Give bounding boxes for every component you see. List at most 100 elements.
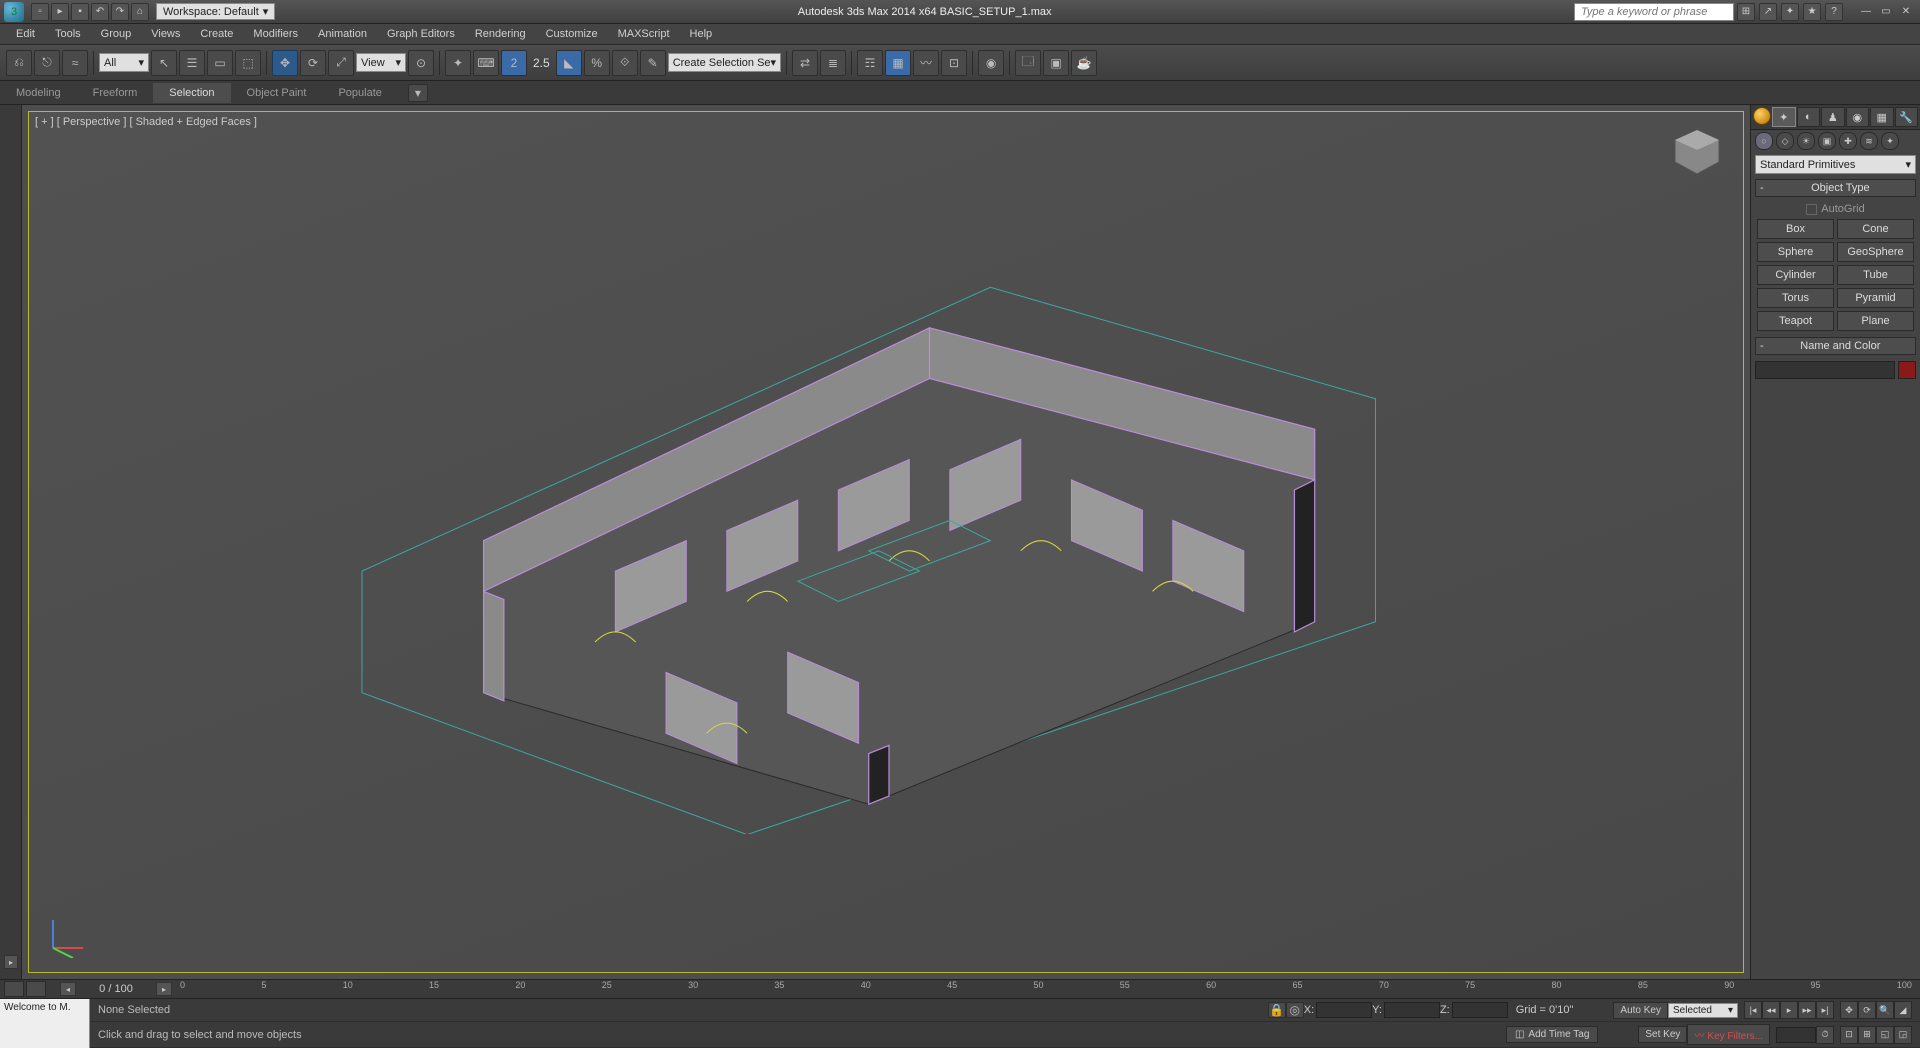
undo-icon[interactable]: ↶: [91, 3, 109, 21]
rollout-object-type[interactable]: - Object Type: [1755, 179, 1916, 197]
mirror-icon[interactable]: ⇄: [792, 50, 818, 76]
menu-customize[interactable]: Customize: [536, 25, 608, 43]
track-bar-mini-icon[interactable]: [4, 981, 24, 997]
spinner-snap-icon[interactable]: ⟐: [612, 50, 638, 76]
coord-z-input[interactable]: [1452, 1002, 1508, 1018]
selection-lock-icon[interactable]: 🔒: [1268, 1002, 1286, 1018]
select-scale-icon[interactable]: ⤢: [328, 50, 354, 76]
bind-icon[interactable]: ≈: [62, 50, 88, 76]
named-selection-sets[interactable]: Create Selection Se▾: [668, 53, 781, 72]
project-icon[interactable]: ⌂: [131, 3, 149, 21]
primitive-plane[interactable]: Plane: [1837, 311, 1914, 331]
object-name-input[interactable]: [1755, 361, 1895, 379]
unlink-icon[interactable]: ⎋: [34, 50, 60, 76]
zoom-icon[interactable]: 🔍: [1876, 1001, 1894, 1019]
set-key-button[interactable]: Set Key: [1638, 1026, 1687, 1043]
render-frame-icon[interactable]: ▣: [1043, 50, 1069, 76]
ribbon-tab-freeform[interactable]: Freeform: [77, 83, 154, 103]
object-color-swatch[interactable]: [1898, 361, 1916, 379]
slider-right-icon[interactable]: ▸: [156, 982, 172, 996]
cameras-category-icon[interactable]: ▣: [1818, 132, 1836, 150]
ribbon-tab-object-paint[interactable]: Object Paint: [231, 83, 323, 103]
time-ruler[interactable]: 0 5 10 15 20 25 30 35 40 45 50 55 60 65 …: [172, 980, 1920, 998]
primitive-geosphere[interactable]: GeoSphere: [1837, 242, 1914, 262]
rect-select-icon[interactable]: ▭: [207, 50, 233, 76]
ribbon-tab-modeling[interactable]: Modeling: [0, 83, 77, 103]
help-icon[interactable]: ?: [1825, 3, 1843, 21]
systems-category-icon[interactable]: ✦: [1881, 132, 1899, 150]
workspace-selector[interactable]: Workspace: Default ▾: [156, 3, 275, 20]
autogrid-checkbox[interactable]: AutoGrid: [1757, 203, 1914, 215]
add-time-tag-button[interactable]: ◫Add Time Tag: [1506, 1026, 1598, 1043]
time-config-icon[interactable]: ⏱: [1816, 1026, 1834, 1044]
maximize-button[interactable]: ▭: [1876, 4, 1896, 20]
menu-tools[interactable]: Tools: [45, 25, 91, 43]
menu-help[interactable]: Help: [680, 25, 723, 43]
helpers-category-icon[interactable]: ✚: [1839, 132, 1857, 150]
signin-icon[interactable]: ↗: [1759, 3, 1777, 21]
prev-frame-icon[interactable]: ◂◂: [1762, 1001, 1780, 1019]
perspective-viewport[interactable]: [ + ] [ Perspective ] [ Shaded + Edged F…: [28, 111, 1744, 973]
align-icon[interactable]: ≣: [820, 50, 846, 76]
close-button[interactable]: ✕: [1896, 4, 1916, 20]
keyboard-shortcut-icon[interactable]: ⌨: [473, 50, 499, 76]
zoom-extents-icon[interactable]: ⊡: [1840, 1026, 1858, 1044]
menu-modifiers[interactable]: Modifiers: [243, 25, 308, 43]
current-time-input[interactable]: [1776, 1027, 1816, 1043]
curve-editor-icon[interactable]: 〰: [913, 50, 939, 76]
primitive-cone[interactable]: Cone: [1837, 219, 1914, 239]
exchange-icon[interactable]: ✦: [1781, 3, 1799, 21]
new-file-icon[interactable]: ▫: [31, 3, 49, 21]
scene-explorer-toggle[interactable]: ▸: [4, 955, 18, 969]
percent-snap-icon[interactable]: %: [584, 50, 610, 76]
arc-rotate-icon[interactable]: ⟳: [1858, 1001, 1876, 1019]
link-icon[interactable]: ⎌: [6, 50, 32, 76]
curve-editor-mini-icon[interactable]: [26, 981, 46, 997]
schematic-view-icon[interactable]: ⊡: [941, 50, 967, 76]
menu-views[interactable]: Views: [141, 25, 190, 43]
primitive-category-dropdown[interactable]: Standard Primitives ▾: [1755, 155, 1916, 174]
play-icon[interactable]: ▸: [1780, 1001, 1798, 1019]
fov-icon[interactable]: ◢: [1894, 1001, 1912, 1019]
auto-key-button[interactable]: Auto Key: [1613, 1002, 1668, 1019]
select-manipulate-icon[interactable]: ✦: [445, 50, 471, 76]
ribbon-tab-selection[interactable]: Selection: [153, 83, 230, 103]
goto-end-icon[interactable]: ▸|: [1816, 1001, 1834, 1019]
select-move-icon[interactable]: ✥: [272, 50, 298, 76]
spacewarps-category-icon[interactable]: ≋: [1860, 132, 1878, 150]
zoom-all-icon[interactable]: ⊞: [1858, 1026, 1876, 1044]
max-viewport-icon[interactable]: ◱: [1876, 1026, 1894, 1044]
material-editor-icon[interactable]: ◉: [978, 50, 1004, 76]
display-tab[interactable]: ▦: [1870, 107, 1894, 127]
menu-maxscript[interactable]: MAXScript: [608, 25, 680, 43]
walk-through-icon[interactable]: ◲: [1894, 1026, 1912, 1044]
modify-tab[interactable]: ◐: [1797, 107, 1821, 127]
isolate-selection-icon[interactable]: ◎: [1286, 1002, 1304, 1018]
menu-group[interactable]: Group: [91, 25, 142, 43]
utilities-tab[interactable]: 🔧: [1895, 107, 1919, 127]
viewcube[interactable]: [1667, 122, 1727, 182]
render-production-icon[interactable]: ☕: [1071, 50, 1097, 76]
primitive-tube[interactable]: Tube: [1837, 265, 1914, 285]
save-file-icon[interactable]: ▪: [71, 3, 89, 21]
primitive-box[interactable]: Box: [1757, 219, 1834, 239]
geometry-category-icon[interactable]: ○: [1755, 132, 1773, 150]
favorites-icon[interactable]: ★: [1803, 3, 1821, 21]
primitive-pyramid[interactable]: Pyramid: [1837, 288, 1914, 308]
infocenter-icon[interactable]: ⊞: [1737, 3, 1755, 21]
maxscript-listener[interactable]: Welcome to M.: [0, 999, 90, 1048]
window-crossing-icon[interactable]: ⬚: [235, 50, 261, 76]
menu-edit[interactable]: Edit: [6, 25, 45, 43]
primitive-teapot[interactable]: Teapot: [1757, 311, 1834, 331]
coord-x-input[interactable]: [1316, 1002, 1372, 1018]
ribbon-tab-populate[interactable]: Populate: [322, 83, 397, 103]
ref-coord-system[interactable]: View▾: [356, 53, 406, 72]
primitive-sphere[interactable]: Sphere: [1757, 242, 1834, 262]
render-setup-icon[interactable]: 🗔: [1015, 50, 1041, 76]
hierarchy-tab[interactable]: ♟: [1821, 107, 1845, 127]
graphite-ribbon-icon[interactable]: ▦: [885, 50, 911, 76]
lights-category-icon[interactable]: ☀: [1797, 132, 1815, 150]
menu-graph-editors[interactable]: Graph Editors: [377, 25, 465, 43]
snap-2d-icon[interactable]: 2: [501, 50, 527, 76]
use-pivot-icon[interactable]: ⊙: [408, 50, 434, 76]
